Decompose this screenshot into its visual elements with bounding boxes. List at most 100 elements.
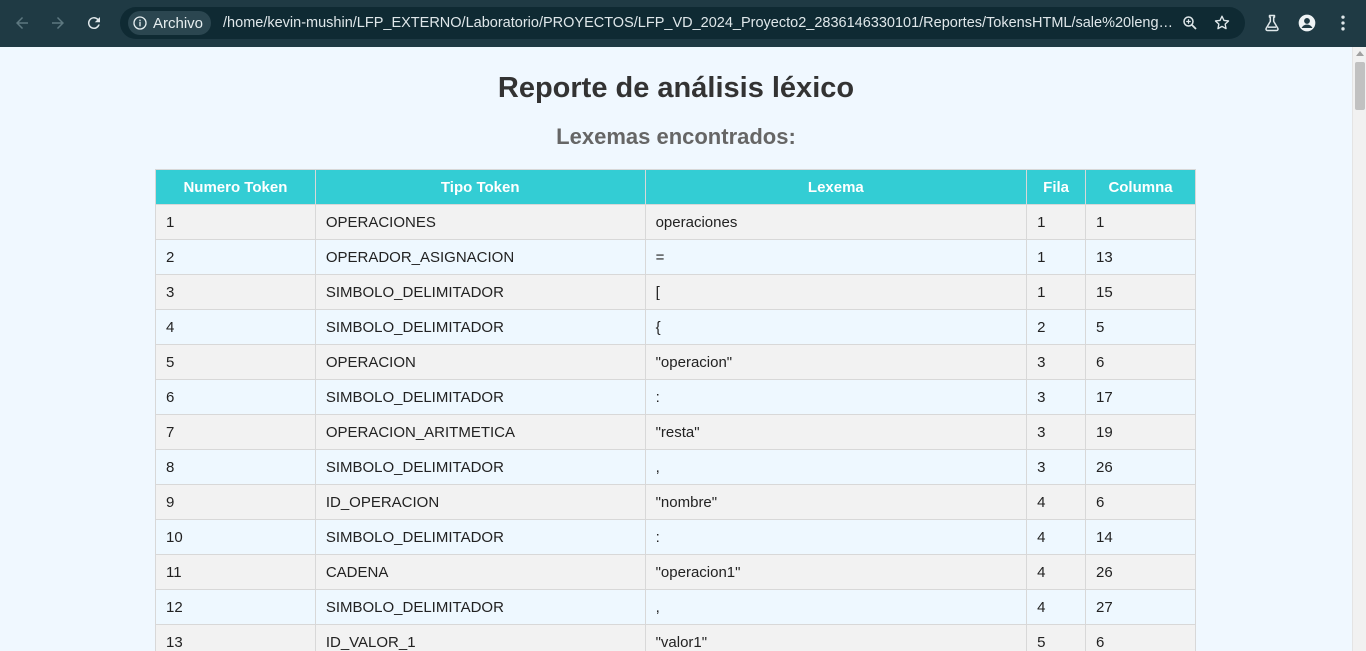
table-cell: OPERACIONES bbox=[314, 204, 646, 240]
table-row: 4 SIMBOLO_DELIMITADOR{2 5 bbox=[155, 309, 1196, 345]
site-info-label: Archivo bbox=[153, 14, 204, 32]
page-content: Reporte de análisis léxico Lexemas encon… bbox=[0, 47, 1352, 651]
table-cell: 14 bbox=[1085, 519, 1196, 555]
menu-icon bbox=[1341, 15, 1345, 31]
table-row: 9 ID_OPERACION "nombre" 4 6 bbox=[155, 484, 1196, 520]
table-cell: 3 bbox=[1026, 449, 1087, 485]
table-cell: 3 bbox=[1026, 414, 1087, 450]
table-cell: , bbox=[644, 589, 1028, 625]
table-cell: operaciones bbox=[644, 204, 1028, 240]
table-cell: 6 bbox=[1085, 484, 1196, 520]
zoom-button[interactable] bbox=[1180, 13, 1200, 33]
tokens-table: Numero Token Tipo Token Lexema Fila Columna … bbox=[155, 169, 1196, 651]
table-cell: : bbox=[644, 519, 1028, 555]
table-cell: : bbox=[644, 379, 1028, 415]
table-row: 8 SIMBOLO_DELIMITADOR, 3 26 bbox=[155, 449, 1196, 485]
column-header: Tipo Token bbox=[314, 169, 646, 205]
table-row: 13 ID_VALOR_1 "valor1" 5 6 bbox=[155, 624, 1196, 651]
labs-icon bbox=[1265, 14, 1279, 32]
table-cell: 8 bbox=[155, 449, 316, 485]
table-cell: SIMBOLO_DELIMITADOR bbox=[314, 274, 646, 310]
table-row: 12 SIMBOLO_DELIMITADOR, 4 27 bbox=[155, 589, 1196, 625]
table-cell: SIMBOLO_DELIMITADOR bbox=[314, 589, 646, 625]
forward-icon bbox=[52, 17, 64, 29]
reload-icon bbox=[87, 17, 100, 30]
table-cell: [ bbox=[644, 274, 1028, 310]
table-cell: 4 bbox=[1026, 554, 1087, 590]
table-cell: 1 bbox=[1026, 204, 1087, 240]
column-header: Numero Token bbox=[155, 169, 316, 205]
table-cell: 4 bbox=[1026, 519, 1087, 555]
table-body: 1 OPERACIONES operaciones 1 1 2 OPERADOR_ASIGN… bbox=[155, 204, 1196, 651]
table-cell: 1 bbox=[1026, 274, 1087, 310]
table-cell: 3 bbox=[155, 274, 316, 310]
table-cell: 1 bbox=[155, 204, 316, 240]
page-title: Reporte de análisis léxico bbox=[497, 72, 855, 104]
scroll-up-arrow[interactable] bbox=[1356, 51, 1364, 56]
table-cell: ID_VALOR_1 bbox=[314, 624, 646, 651]
table-cell: 26 bbox=[1085, 554, 1196, 590]
reload-button[interactable] bbox=[79, 8, 109, 38]
table-cell: 4 bbox=[1026, 484, 1087, 520]
table-cell: 9 bbox=[155, 484, 316, 520]
column-header: Fila bbox=[1026, 169, 1087, 205]
table-cell: 2 bbox=[1026, 309, 1087, 345]
table-cell: "resta" bbox=[644, 414, 1028, 450]
labs-button[interactable] bbox=[1261, 12, 1283, 34]
table-cell: OPERADOR_ASIGNACION bbox=[314, 239, 646, 275]
table-cell: 6 bbox=[155, 379, 316, 415]
forward-button[interactable] bbox=[43, 8, 73, 38]
url-text[interactable]: /home/kevin-mushin/LFP_EXTERNO/Laborator… bbox=[223, 15, 1173, 31]
zoom-icon bbox=[1183, 16, 1197, 30]
table-cell: 26 bbox=[1085, 449, 1196, 485]
table-cell: 7 bbox=[155, 414, 316, 450]
browser-toolbar: Archivo /home/kevin-mushin/LFP_EXTERNO/L… bbox=[0, 0, 1366, 47]
column-header: Columna bbox=[1085, 169, 1196, 205]
table-cell: "operacion1" bbox=[644, 554, 1028, 590]
table-cell: 11 bbox=[155, 554, 316, 590]
table-cell: , bbox=[644, 449, 1028, 485]
table-cell: 1 bbox=[1085, 204, 1196, 240]
table-cell: 6 bbox=[1085, 344, 1196, 380]
table-cell: 5 bbox=[1085, 309, 1196, 345]
table-row: 7 OPERACION_ARITMETICA "resta" 3 19 bbox=[155, 414, 1196, 450]
table-cell: 13 bbox=[1085, 239, 1196, 275]
table-cell: ID_OPERACION bbox=[314, 484, 646, 520]
table-cell: SIMBOLO_DELIMITADOR bbox=[314, 309, 646, 345]
profile-icon bbox=[1298, 14, 1316, 32]
table-cell: 3 bbox=[1026, 379, 1087, 415]
table-cell: "valor1" bbox=[644, 624, 1028, 651]
table-cell: SIMBOLO_DELIMITADOR bbox=[314, 519, 646, 555]
table-cell: CADENA bbox=[314, 554, 646, 590]
scroll-thumb[interactable] bbox=[1355, 62, 1365, 110]
table-cell: OPERACION bbox=[314, 344, 646, 380]
table-cell: = bbox=[644, 239, 1028, 275]
table-cell: 17 bbox=[1085, 379, 1196, 415]
table-cell: 1 bbox=[1026, 239, 1087, 275]
table-cell: 13 bbox=[155, 624, 316, 651]
table-row: 11 CADENA "operacion1" 4 26 bbox=[155, 554, 1196, 590]
table-row: 6 SIMBOLO_DELIMITADOR:3 17 bbox=[155, 379, 1196, 415]
table-cell: 15 bbox=[1085, 274, 1196, 310]
bookmark-button[interactable] bbox=[1212, 13, 1232, 33]
table-row: 2 OPERADOR_ASIGNACION = 1 13 bbox=[155, 239, 1196, 275]
site-info-chip[interactable]: Archivo bbox=[128, 11, 212, 35]
table-cell: SIMBOLO_DELIMITADOR bbox=[314, 379, 646, 415]
table-cell: { bbox=[644, 309, 1028, 345]
vertical-scrollbar[interactable] bbox=[1352, 47, 1366, 651]
info-icon bbox=[133, 16, 147, 30]
table-cell: 4 bbox=[1026, 589, 1087, 625]
profile-button[interactable] bbox=[1296, 12, 1318, 34]
table-cell: 5 bbox=[155, 344, 316, 380]
menu-button[interactable] bbox=[1332, 12, 1354, 34]
table-cell: 5 bbox=[1026, 624, 1087, 651]
back-icon bbox=[16, 17, 28, 29]
back-button[interactable] bbox=[7, 8, 37, 38]
table-cell: OPERACION_ARITMETICA bbox=[314, 414, 646, 450]
address-bar[interactable]: Archivo /home/kevin-mushin/LFP_EXTERNO/L… bbox=[120, 7, 1245, 39]
table-cell: 6 bbox=[1085, 624, 1196, 651]
table-cell: "nombre" bbox=[644, 484, 1028, 520]
star-icon bbox=[1214, 15, 1230, 30]
table-cell: 2 bbox=[155, 239, 316, 275]
table-cell: 3 bbox=[1026, 344, 1087, 380]
